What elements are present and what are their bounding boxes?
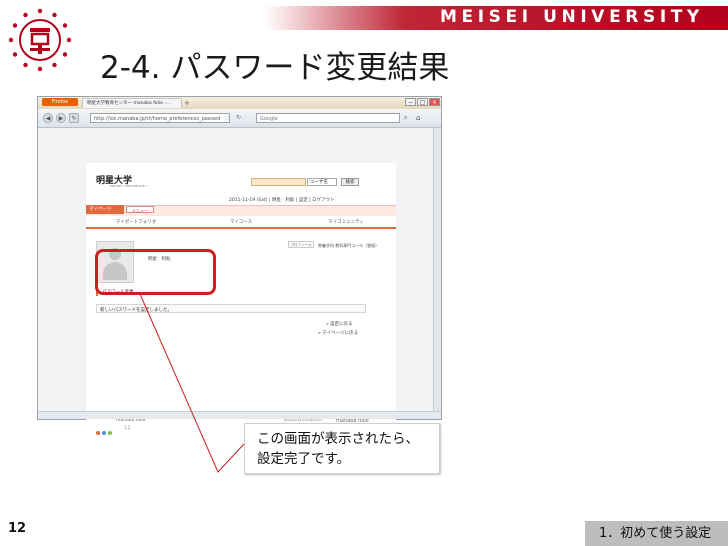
callout-note: この画面が表示されたら、設定完了です。 xyxy=(244,423,440,474)
page-number: 12 xyxy=(8,521,27,536)
section-label: 1．初めて使う設定 xyxy=(585,521,728,546)
